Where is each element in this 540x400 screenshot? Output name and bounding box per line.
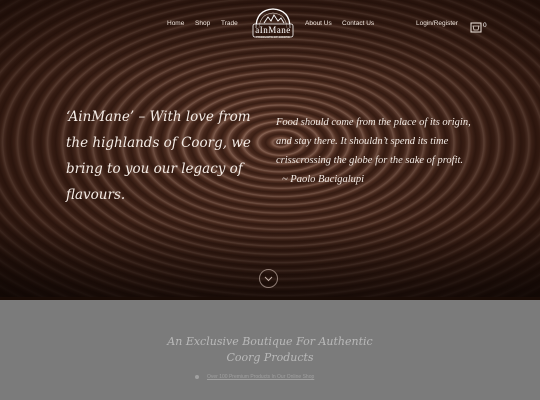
dot-icon	[195, 375, 199, 379]
hero-tagline: ‘AinMane’ – With love from the highlands…	[66, 104, 266, 208]
logo-subtext: PRODUCTS OF COORG	[255, 35, 290, 39]
quote-line: and stay there. It shouldn’t spend its t…	[276, 136, 449, 147]
brand-logo[interactable]: aInMane PRODUCTS OF COORG	[250, 6, 296, 42]
boutique-title: An Exclusive Boutique For Authentic Coor…	[140, 334, 400, 366]
boutique-title-line: Coorg Products	[226, 351, 314, 364]
cart-button[interactable]	[470, 20, 482, 38]
scroll-down-button[interactable]	[259, 269, 278, 288]
nav-about[interactable]: About Us	[305, 20, 332, 27]
tagline-line: flavours.	[66, 187, 126, 203]
logo-text: aInMane	[255, 25, 291, 35]
boutique-section: An Exclusive Boutique For Authentic Coor…	[0, 300, 540, 400]
boutique-title-line: An Exclusive Boutique For Authentic	[167, 335, 373, 348]
quote-author: ~ Paolo Bacigalupi	[282, 174, 365, 185]
cart-count: 0	[483, 22, 487, 29]
chevron-down-icon	[264, 276, 273, 282]
nav-contact[interactable]: Contact Us	[342, 20, 374, 27]
tagline-line: the highlands of Coorg, we	[66, 135, 251, 151]
nav-trade[interactable]: Trade	[221, 20, 238, 27]
nav-home[interactable]: Home	[167, 20, 184, 27]
cart-icon	[470, 22, 482, 33]
tagline-line: ‘AinMane’ – With love from	[66, 109, 251, 125]
nav-login[interactable]: Login/Register	[416, 20, 458, 27]
tagline-line: bring to you our legacy of	[66, 161, 243, 177]
hero-quote: Food should come from the place of its o…	[276, 113, 496, 189]
nav-shop[interactable]: Shop	[195, 20, 210, 27]
quote-line: crisscrossing the globe for the sake of …	[276, 155, 464, 166]
quote-line: Food should come from the place of its o…	[276, 117, 471, 128]
boutique-shop-label: Over 100 Premium Products In Our Online …	[207, 374, 315, 380]
